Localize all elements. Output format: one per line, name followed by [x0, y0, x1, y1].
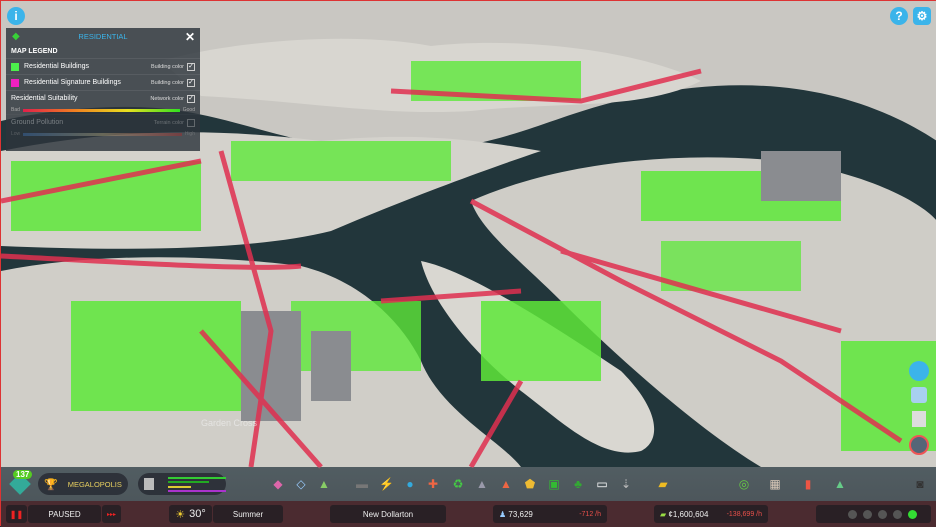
electricity-tool-icon[interactable]: ⚡: [379, 477, 394, 491]
legend-option: Building color: [150, 79, 184, 86]
legend-item-signature: Residential Signature Buildings Building …: [6, 74, 200, 90]
milestone-label: MEGALOPOLIS: [67, 479, 122, 489]
legend-option: Network color: [150, 95, 184, 102]
season: Summer: [213, 505, 283, 523]
money-change: -138,699 /h: [726, 510, 762, 518]
milestone-button[interactable]: 🏆 MEGALOPOLIS: [38, 473, 128, 495]
bulldozer-tool-icon[interactable]: ▰: [656, 477, 670, 491]
camera-icon[interactable]: ◙: [913, 477, 927, 491]
map-legend-panel: ◆ RESIDENTIAL ✕ MAP LEGEND Residential Bui…: [6, 28, 200, 151]
gradient-high-label: High: [184, 131, 195, 137]
layer-icon: ◆: [12, 31, 20, 42]
gradient-low-label: Low: [11, 131, 21, 137]
city-services-tool-icon[interactable]: ◎: [737, 477, 751, 491]
checkbox-signature[interactable]: ✓: [187, 78, 195, 87]
sim-state: PAUSED: [28, 505, 101, 523]
progress-bars: [167, 476, 226, 492]
zoning-tool-icon[interactable]: ◆: [271, 477, 285, 491]
legend-item-suitability: Residential Suitability Network color ✓: [6, 90, 200, 106]
money: ¢1,600,604: [668, 509, 709, 519]
happiness-icon: [878, 509, 887, 519]
legend-label: Residential Buildings: [24, 63, 89, 70]
education-tool-icon[interactable]: ▲: [475, 477, 489, 491]
color-swatch: [11, 62, 19, 71]
color-swatch: [11, 78, 19, 87]
info-icon[interactable]: i: [7, 7, 25, 25]
city-info-bars[interactable]: [138, 473, 226, 495]
district-label: Garden Cross: [201, 418, 258, 428]
population-change: -712 /h: [579, 510, 601, 518]
legend-item-pollution: Ground Pollution Terrain color: [6, 114, 200, 130]
right-panel: [906, 361, 932, 455]
legend-label: Residential Signature Buildings: [24, 79, 121, 86]
fire-tool-icon[interactable]: ▲: [499, 477, 513, 491]
checkbox-suitability[interactable]: ✓: [187, 94, 195, 103]
happiness-icon: [893, 509, 902, 519]
gradient-high-label: Good: [182, 107, 195, 113]
water-tool-icon[interactable]: ●: [403, 477, 417, 491]
areas-tool-icon[interactable]: ◇: [294, 477, 308, 491]
suitability-gradient: [22, 108, 180, 112]
roads-tool-icon[interactable]: ▬: [355, 477, 369, 491]
money-icon: ▰: [660, 509, 667, 519]
happiness-display[interactable]: [816, 505, 931, 523]
population: 73,629: [508, 509, 533, 519]
landscaping-tool-icon[interactable]: ⇣: [619, 477, 633, 491]
legend-option: Building color: [150, 63, 184, 70]
city-name[interactable]: New Dollarton: [330, 505, 446, 523]
radio-button[interactable]: [909, 435, 929, 455]
map-tiles-tool-icon[interactable]: ▦: [768, 477, 782, 491]
happiness-icon: [848, 509, 857, 519]
population-display[interactable]: ♟ 73,629 -712 /h: [493, 505, 607, 523]
healthcare-tool-icon[interactable]: ✚: [426, 477, 440, 491]
help-button[interactable]: ?: [890, 7, 908, 25]
close-button[interactable]: ✕: [185, 30, 195, 44]
checkbox-residential[interactable]: ✓: [187, 62, 195, 71]
level-badge: 137: [13, 470, 33, 479]
person-icon: ♟: [499, 509, 507, 519]
panel-title: RESIDENTIAL: [78, 32, 128, 41]
bar-yellow: [167, 485, 192, 488]
sun-icon: ☀: [175, 508, 186, 521]
pause-button[interactable]: ❚❚: [6, 505, 27, 523]
gradient-low-label: Bad: [11, 107, 20, 113]
trophy-icon: 🏆: [44, 478, 58, 491]
money-display[interactable]: ▰ ¢1,600,604 -138,699 /h: [654, 505, 768, 523]
bar-purple: [167, 489, 226, 492]
transportation-tool-icon[interactable]: ▣: [547, 477, 561, 491]
settings-button[interactable]: ⚙: [913, 7, 931, 25]
communications-tool-icon[interactable]: ▭: [595, 477, 609, 491]
status-bar: ❚❚ PAUSED ▸▸▸ ☀ 30° Summer New Dollarton …: [1, 501, 936, 527]
legend-heading: MAP LEGEND: [11, 48, 58, 55]
temperature: 30°: [189, 508, 206, 520]
legend-label: Ground Pollution: [11, 119, 64, 126]
citizens-button[interactable]: [911, 387, 927, 403]
city-icon: [144, 478, 154, 490]
legend-label: Residential Suitability: [11, 95, 78, 102]
legend-option: Terrain color: [153, 119, 184, 126]
police-tool-icon[interactable]: ⬟: [523, 477, 537, 491]
signature-buildings-tool-icon[interactable]: ▲: [317, 477, 331, 491]
happiness-icon: [863, 509, 872, 519]
toolbar: 137 🏆 MEGALOPOLIS ◆ ◇ ▲ ▬ ⚡ ● ✚ ♻ ▲ ▲ ⬟ ▣ ♣ ▭ ⇣ ▰ ◎ ▦ ▮ ▲ ◙: [1, 467, 936, 501]
checkbox-pollution[interactable]: [187, 118, 195, 127]
progression-tool-icon[interactable]: ▲: [833, 477, 847, 491]
garbage-tool-icon[interactable]: ♻: [451, 477, 465, 491]
bar-green-2: [167, 480, 209, 483]
legend-item-residential: Residential Buildings Building color ✓: [6, 58, 200, 74]
chirper-button[interactable]: [909, 361, 929, 381]
pollution-gradient: [23, 132, 182, 136]
parks-tool-icon[interactable]: ♣: [571, 477, 585, 491]
statistics-tool-icon[interactable]: ▮: [801, 477, 815, 491]
happy-face-icon: [908, 509, 917, 519]
weather: ☀ 30°: [169, 505, 212, 523]
speed-button[interactable]: ▸▸▸: [102, 505, 121, 523]
journal-button[interactable]: [912, 411, 926, 427]
bar-green-1: [167, 476, 226, 479]
